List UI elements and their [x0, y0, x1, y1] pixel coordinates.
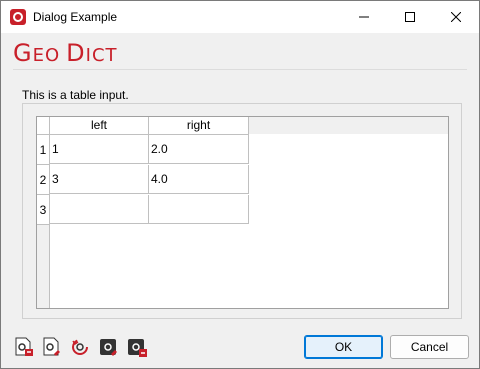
table-cell[interactable]: 4.0 [149, 165, 249, 194]
logo-divider [13, 69, 467, 70]
settings-export-icon[interactable] [126, 336, 148, 358]
logo-letters: EO [32, 45, 61, 66]
column-header-left[interactable]: left [50, 117, 149, 135]
save-macro-icon[interactable] [41, 336, 63, 358]
minimize-icon [359, 16, 369, 18]
row-header[interactable]: 1 [37, 135, 50, 165]
close-icon [451, 12, 461, 22]
maximize-button[interactable] [387, 1, 433, 33]
ok-button[interactable]: OK [304, 335, 383, 359]
column-header-right[interactable]: right [149, 117, 249, 135]
row-header-filler [37, 225, 50, 308]
minimize-button[interactable] [341, 1, 387, 33]
geodict-logo: G EO D ICT [13, 39, 118, 67]
data-table[interactable]: left right 1 2 3 1 2.0 3 4.0 [36, 116, 449, 309]
cancel-button[interactable]: Cancel [390, 335, 469, 359]
description-label: This is a table input. [22, 88, 129, 102]
table-cell[interactable]: 3 [50, 165, 149, 194]
logo-letter: G [13, 39, 33, 67]
logo-letters: ICT [85, 45, 118, 66]
header-filler [249, 117, 448, 134]
table-cell[interactable] [50, 195, 149, 224]
table-cell[interactable] [149, 195, 249, 224]
table-cell[interactable]: 1 [50, 135, 149, 164]
table-group: left right 1 2 3 1 2.0 3 4.0 [22, 103, 462, 319]
window-title: Dialog Example [33, 10, 118, 24]
row-header[interactable]: 3 [37, 195, 50, 225]
logo-letter: D [66, 39, 86, 67]
load-macro-icon[interactable] [13, 336, 35, 358]
row-header[interactable]: 2 [37, 165, 50, 195]
title-bar: Dialog Example [1, 1, 479, 33]
dialog-window: Dialog Example G EO D ICT This is a table i… [0, 0, 480, 369]
maximize-icon [405, 12, 415, 22]
table-cell[interactable]: 2.0 [149, 135, 249, 164]
app-icon [10, 9, 26, 25]
close-button[interactable] [433, 1, 479, 33]
settings-import-icon[interactable] [98, 336, 120, 358]
table-corner[interactable] [37, 117, 50, 135]
reset-icon[interactable] [69, 336, 91, 358]
